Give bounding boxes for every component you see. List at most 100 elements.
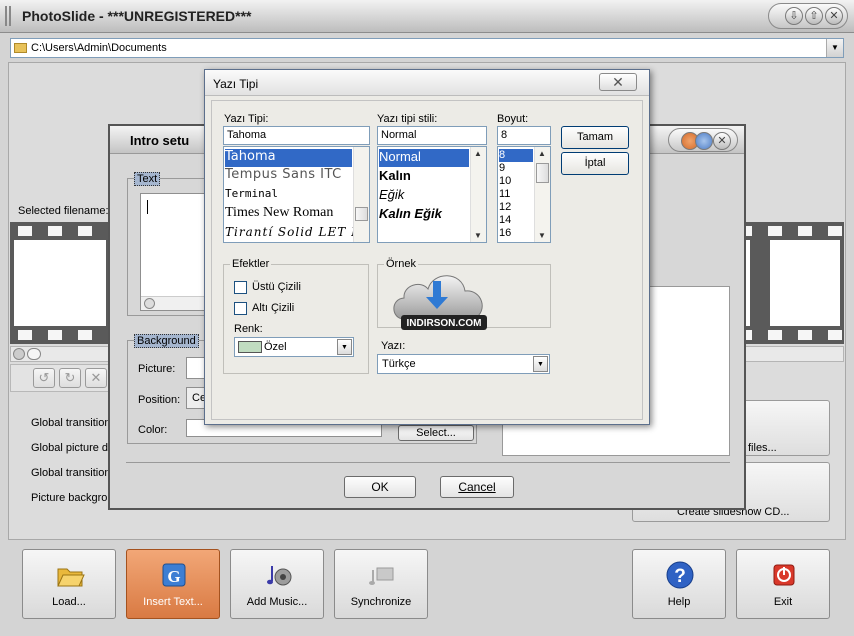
list-item[interactable]: 8 [499, 149, 533, 162]
color-select[interactable]: Özel ▼ [234, 337, 354, 357]
effects-group-title: Efektler [230, 258, 272, 270]
selected-filename-label: Selected filename: [18, 205, 109, 217]
font-dialog-title-bar[interactable]: Yazı Tipi ✕ [205, 70, 649, 96]
title-grip [5, 6, 13, 26]
background-group-title: Background [134, 334, 199, 348]
scroll-left-icon[interactable] [144, 298, 155, 309]
list-item[interactable]: 14 [499, 214, 511, 226]
list-item[interactable]: Times New Roman [225, 205, 333, 221]
strikeout-label: Üstü Çizili [252, 281, 301, 293]
maximize-icon[interactable]: ⇧ [805, 7, 823, 25]
chevron-up-icon[interactable]: ▲ [538, 149, 546, 158]
list-item[interactable]: Kalın [379, 168, 411, 183]
intro-separator [126, 462, 730, 463]
help-icon: ? [666, 561, 694, 589]
ok-button[interactable]: OK [344, 476, 416, 498]
global-picture-duration-label: Global picture d [31, 442, 109, 454]
list-item[interactable]: 16 [499, 227, 511, 239]
font-style-input[interactable]: Normal [377, 126, 487, 145]
add-music-button[interactable]: Add Music... [230, 549, 324, 619]
rotate-left-icon[interactable]: ↺ [33, 368, 55, 388]
list-item[interactable]: Kalın Eğik [379, 206, 442, 221]
list-item[interactable]: 10 [499, 175, 511, 187]
font-dialog-body: Yazı Tipi: Yazı tipi stili: Boyut: Tahom… [211, 100, 643, 420]
film-frame[interactable] [770, 240, 840, 326]
strikeout-checkbox[interactable] [234, 281, 247, 294]
font-dialog: Yazı Tipi ✕ Yazı Tipi: Yazı tipi stili: … [204, 69, 650, 425]
font-style-list[interactable]: Normal Kalın Eğik Kalın Eğik ▲ ▼ [377, 146, 487, 243]
chevron-down-icon[interactable]: ▼ [533, 356, 548, 372]
svg-text:?: ? [674, 566, 686, 587]
select-button[interactable]: Select... [398, 425, 474, 441]
font-list[interactable]: Tahoma Tempus Sans ITC Terminal Times Ne… [223, 146, 370, 243]
close-icon[interactable]: ✕ [713, 132, 731, 150]
minimize-icon[interactable]: ⇩ [785, 7, 803, 25]
folder-icon [14, 43, 27, 53]
synchronize-button[interactable]: Synchronize [334, 549, 428, 619]
cancel-button[interactable]: Cancel [440, 476, 514, 498]
font-label: Yazı Tipi: [224, 113, 269, 125]
list-item[interactable]: Terminal [225, 187, 278, 200]
scroll-thumb[interactable] [27, 348, 41, 360]
load-button[interactable]: Load... [22, 549, 116, 619]
insert-text-icon: G [162, 563, 186, 587]
exit-icon [773, 564, 795, 586]
insert-text-button[interactable]: G Insert Text... [126, 549, 220, 619]
intro-window-controls: ✕ [668, 128, 738, 152]
script-select[interactable]: Türkçe ▼ [377, 354, 550, 374]
font-dialog-title: Yazı Tipi [213, 77, 259, 91]
chevron-down-icon[interactable]: ▼ [337, 339, 352, 355]
font-ok-button[interactable]: Tamam [561, 126, 629, 149]
script-label: Yazı: [381, 340, 406, 352]
film-frame[interactable] [14, 240, 106, 326]
list-item[interactable]: Normal [379, 149, 469, 167]
font-list-scrollbar[interactable] [353, 147, 369, 242]
rotate-right-icon[interactable]: ↻ [59, 368, 81, 388]
scroll-thumb[interactable] [536, 163, 549, 183]
folder-open-icon [57, 568, 85, 587]
path-combobox[interactable]: C:\Users\Admin\Documents ▼ [10, 38, 844, 58]
picture-background-label: Picture backgro [31, 492, 108, 504]
watermark-text: INDIRSON.COM [407, 318, 482, 329]
close-icon[interactable]: ✕ [825, 7, 843, 25]
chevron-down-icon[interactable]: ▼ [538, 231, 546, 240]
list-item[interactable]: 12 [499, 201, 511, 213]
scroll-left-icon[interactable] [13, 348, 25, 360]
font-size-scrollbar[interactable]: ▲ ▼ [534, 147, 550, 242]
list-item[interactable]: Tahoma [225, 149, 352, 167]
list-item[interactable]: 9 [499, 162, 505, 174]
app-title-bar[interactable]: PhotoSlide - ***UNREGISTERED*** ⇩ ⇧ ✕ [0, 0, 854, 33]
chevron-down-icon[interactable]: ▼ [474, 231, 482, 240]
maximize-icon[interactable] [695, 132, 713, 150]
list-item[interactable]: Tirantí Solid LET Plain [225, 225, 369, 239]
window-controls: ⇩ ⇧ ✕ [768, 3, 848, 29]
picture-label: Picture: [138, 363, 176, 375]
list-item[interactable]: Tempus Sans ITC [225, 167, 342, 182]
underline-label: Altı Çizili [252, 302, 295, 314]
font-size-list[interactable]: 8 9 10 11 12 14 16 ▲ ▼ [497, 146, 551, 243]
synchronize-icon [369, 567, 394, 585]
path-text: C:\Users\Admin\Documents [31, 42, 167, 54]
effects-group: Efektler Üstü Çizili Altı Çizili Renk: Ö… [223, 258, 369, 374]
app-title: PhotoSlide - ***UNREGISTERED*** [22, 8, 252, 24]
position-select[interactable]: Ce [186, 387, 206, 409]
color-swatch [238, 341, 262, 353]
list-item[interactable]: Eğik [379, 187, 404, 202]
position-label: Position: [138, 394, 181, 406]
chevron-up-icon[interactable]: ▲ [474, 149, 482, 158]
list-item[interactable]: 11 [499, 188, 510, 200]
font-size-label: Boyut: [497, 113, 529, 125]
underline-checkbox[interactable] [234, 302, 247, 315]
font-size-input[interactable]: 8 [497, 126, 551, 145]
chevron-down-icon[interactable]: ▼ [826, 39, 843, 57]
close-icon[interactable]: ✕ [599, 73, 637, 91]
picture-input[interactable] [186, 357, 206, 379]
font-name-input[interactable]: Tahoma [223, 126, 370, 145]
delete-icon[interactable]: ✕ [85, 368, 107, 388]
exit-button[interactable]: Exit [736, 549, 830, 619]
help-button[interactable]: ? Help [632, 549, 726, 619]
cloud-download-icon: INDIRSON.COM [393, 275, 487, 330]
font-style-scrollbar[interactable]: ▲ ▼ [470, 147, 486, 242]
font-cancel-button[interactable]: İptal [561, 152, 629, 175]
scroll-thumb[interactable] [355, 207, 368, 221]
